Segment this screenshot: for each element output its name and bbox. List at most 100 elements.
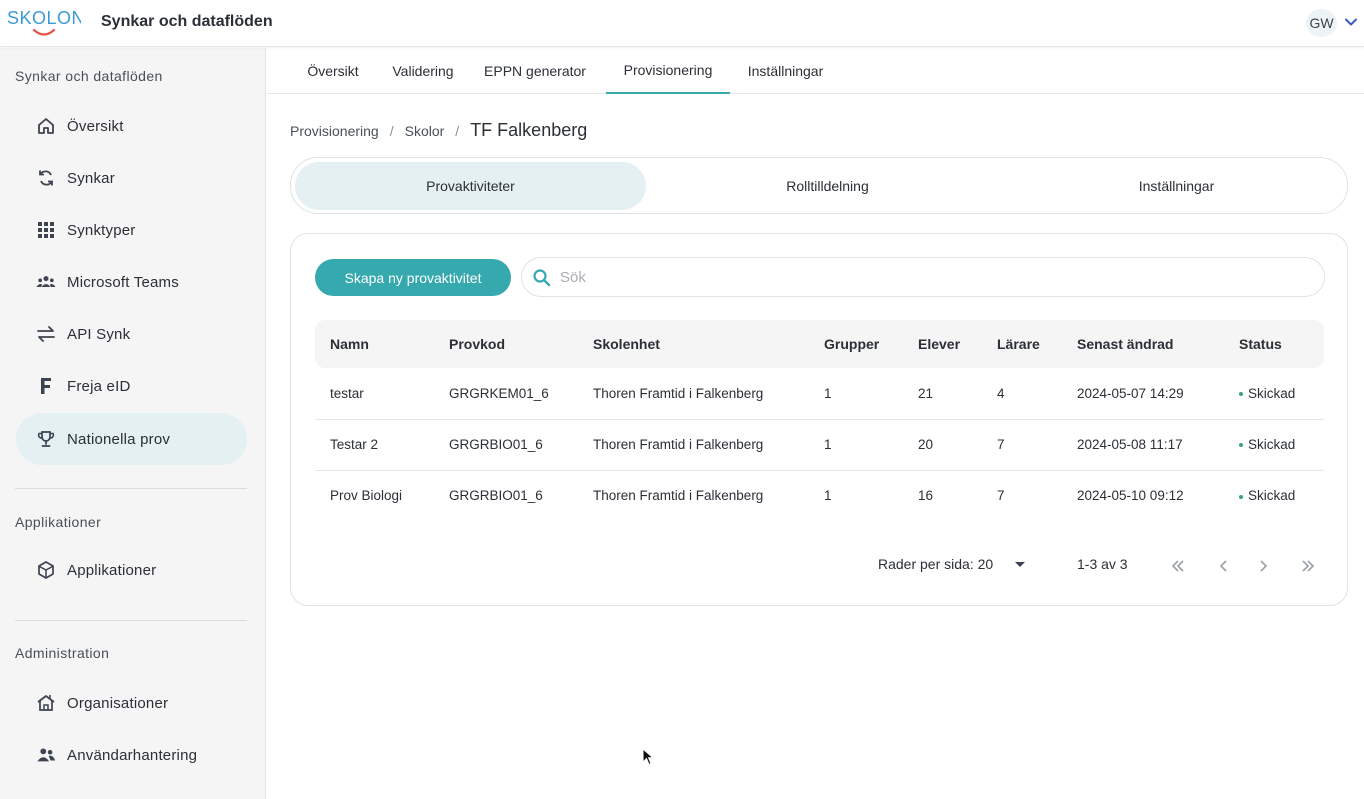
- sync-icon: [36, 168, 56, 188]
- app-title: Synkar och dataflöden: [101, 13, 273, 30]
- sidebar-item-label: Synkar: [67, 169, 115, 187]
- cell-skolenhet: Thoren Framtid i Falkenberg: [593, 488, 764, 504]
- column-header-namn[interactable]: Namn: [315, 320, 434, 368]
- status-text: Skickad: [1248, 488, 1296, 504]
- sidebar-item-organisationer[interactable]: Organisationer: [16, 677, 247, 729]
- tab-provisionering[interactable]: Provisionering: [606, 48, 730, 94]
- home-icon: [36, 116, 56, 136]
- tab-validering[interactable]: Validering: [380, 48, 466, 94]
- mouse-cursor-icon: [642, 748, 654, 766]
- cell-status: Skickad: [1224, 470, 1324, 521]
- sidebar-item-label: Synktyper: [67, 221, 136, 239]
- sidebar-section-title: Synkar och dataflöden: [15, 68, 163, 84]
- sidebar-divider: [15, 620, 247, 621]
- sidebar-item-label: Microsoft Teams: [67, 273, 179, 291]
- status-text: Skickad: [1248, 437, 1296, 452]
- create-provaktivitet-button[interactable]: Skapa ny provaktivitet: [315, 259, 511, 296]
- segment-installningar[interactable]: Inställningar: [1001, 162, 1352, 210]
- swap-arrows-icon: [36, 324, 56, 344]
- table-row[interactable]: Prov Biologi GRGRBIO01_6 Thoren Framtid …: [315, 470, 1324, 521]
- sidebar-section-title: Administration: [15, 645, 110, 661]
- sidebar-item-label: Applikationer: [67, 561, 157, 579]
- cell-provkod: GRGRKEM01_6: [434, 368, 578, 420]
- tab-installningar[interactable]: Inställningar: [737, 48, 834, 94]
- people-icon: [36, 745, 56, 765]
- freja-f-icon: [36, 376, 56, 396]
- breadcrumb-item-skolor[interactable]: Skolor: [405, 123, 445, 139]
- segment-provaktiviteter[interactable]: Provaktiviteter: [295, 162, 646, 210]
- sidebar-divider: [15, 488, 247, 489]
- column-header-larare[interactable]: Lärare: [982, 320, 1062, 368]
- status-dot-icon: [1239, 392, 1243, 397]
- pagination-range: 1-3 av 3: [1077, 556, 1128, 572]
- column-header-status[interactable]: Status: [1224, 320, 1324, 368]
- cell-namn: Prov Biologi: [330, 488, 403, 504]
- cell-elever: 20: [903, 419, 982, 471]
- table-row[interactable]: Testar 2 GRGRBIO01_6 Thoren Framtid i Fa…: [315, 419, 1324, 471]
- next-page-icon[interactable]: [1252, 555, 1274, 577]
- sidebar-item-label: Användarhantering: [67, 746, 198, 764]
- sidebar-item-synktyper[interactable]: Synktyper: [16, 204, 247, 256]
- breadcrumb-separator: /: [455, 122, 460, 139]
- cell-status: Skickad: [1224, 368, 1324, 420]
- sidebar: Synkar och dataflöden Översikt Synkar Sy…: [0, 48, 266, 799]
- rows-per-page-select[interactable]: Rader per sida: 20: [878, 556, 993, 572]
- caret-down-icon[interactable]: [1015, 562, 1025, 567]
- cell-provkod: GRGRBIO01_6: [434, 419, 578, 471]
- sidebar-item-applikationer[interactable]: Applikationer: [16, 544, 247, 596]
- column-header-grupper[interactable]: Grupper: [809, 320, 903, 368]
- cell-senast-andrad: 2024-05-08 11:17: [1062, 419, 1224, 471]
- breadcrumb-item-provisionering[interactable]: Provisionering: [290, 123, 379, 139]
- sidebar-item-oversikt[interactable]: Översikt: [16, 100, 247, 152]
- chevron-down-icon[interactable]: [1344, 15, 1358, 29]
- table-row[interactable]: testar GRGRKEM01_6 Thoren Framtid i Falk…: [315, 368, 1324, 420]
- column-header-skolenhet[interactable]: Skolenhet: [578, 320, 809, 368]
- segmented-tabs: Provaktiviteter Rolltilldelning Inställn…: [290, 157, 1348, 214]
- main-tabs: Översikt Validering EPPN generator Provi…: [267, 48, 1364, 94]
- sidebar-item-synkar[interactable]: Synkar: [16, 152, 247, 204]
- cell-senast-andrad: 2024-05-10 09:12: [1077, 488, 1184, 504]
- sidebar-item-freja-eid[interactable]: Freja eID: [16, 360, 247, 412]
- cell-elever: 21: [903, 368, 982, 420]
- last-page-icon[interactable]: [1297, 555, 1319, 577]
- sidebar-item-api-synk[interactable]: API Synk: [16, 308, 247, 360]
- search-input[interactable]: [560, 264, 1310, 291]
- previous-page-icon[interactable]: [1213, 555, 1235, 577]
- sidebar-item-label: Nationella prov: [67, 430, 171, 448]
- trophy-icon: [36, 429, 56, 449]
- sidebar-item-nationella-prov[interactable]: Nationella prov: [16, 413, 247, 465]
- column-header-senast-andrad[interactable]: Senast ändrad: [1062, 320, 1224, 368]
- provaktiviteter-card: Skapa ny provaktivitet Namn Provkod Skol…: [290, 233, 1348, 606]
- cell-skolenhet: Thoren Framtid i Falkenberg: [578, 419, 809, 471]
- school-building-icon: [36, 693, 56, 713]
- user-avatar[interactable]: GW: [1306, 9, 1337, 37]
- table-header-row: Namn Provkod Skolenhet Grupper Elever Lä…: [315, 320, 1324, 368]
- provaktiviteter-table: Namn Provkod Skolenhet Grupper Elever Lä…: [315, 320, 1324, 521]
- cell-elever: 16: [918, 488, 934, 504]
- cell-larare: 7: [982, 419, 1062, 471]
- sidebar-item-anvandarhantering[interactable]: Användarhantering: [16, 729, 247, 781]
- svg-text:SKOLON: SKOLON: [7, 8, 81, 28]
- cell-provkod: GRGRBIO01_6: [449, 488, 543, 504]
- sidebar-item-label: API Synk: [67, 325, 131, 343]
- cell-grupper: 1: [809, 419, 903, 471]
- skolon-logo[interactable]: SKOLON: [7, 6, 85, 38]
- column-header-elever[interactable]: Elever: [903, 320, 982, 368]
- search-box: [521, 257, 1325, 297]
- cell-grupper: 1: [809, 368, 903, 420]
- cell-senast-andrad: 2024-05-07 14:29: [1062, 368, 1224, 420]
- sidebar-item-microsoft-teams[interactable]: Microsoft Teams: [16, 256, 247, 308]
- cell-grupper: 1: [824, 488, 832, 504]
- tab-eppn-generator[interactable]: EPPN generator: [477, 48, 593, 94]
- cell-larare: 7: [997, 488, 1005, 504]
- cell-status: Skickad: [1224, 419, 1324, 471]
- segment-rolltilldelning[interactable]: Rolltilldelning: [652, 162, 1003, 210]
- column-header-provkod[interactable]: Provkod: [434, 320, 578, 368]
- cell-skolenhet: Thoren Framtid i Falkenberg: [578, 368, 809, 420]
- sidebar-item-label: Organisationer: [67, 694, 169, 712]
- status-dot-icon: [1239, 494, 1243, 499]
- tab-oversikt[interactable]: Översikt: [294, 48, 372, 94]
- pagination: Rader per sida: 20 1-3 av 3: [291, 550, 1349, 580]
- first-page-icon[interactable]: [1167, 555, 1189, 577]
- status-text: Skickad: [1248, 385, 1296, 401]
